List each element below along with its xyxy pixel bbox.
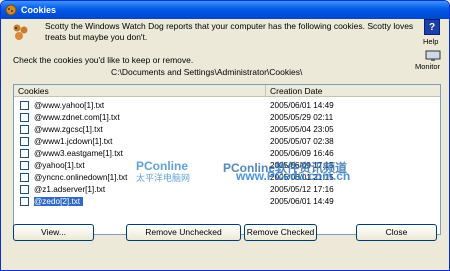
- list-item[interactable]: @z1.adserver[1].txt 2005/05/12 17:16: [14, 184, 440, 196]
- row-checkbox[interactable]: [20, 148, 29, 158]
- list-item-selected[interactable]: @zedo[2].txt 2005/06/01 14:49: [14, 196, 440, 208]
- view-button[interactable]: View...: [13, 224, 94, 241]
- cookie-name: @www.yahoo[1].txt: [34, 100, 105, 110]
- watchdog-icon: [13, 24, 28, 40]
- row-checkbox[interactable]: [20, 136, 29, 146]
- remove-unchecked-button[interactable]: Remove Unchecked: [126, 224, 241, 241]
- cookie-name: @www1.jcdown[1].txt: [34, 136, 113, 146]
- list-item[interactable]: @www.yahoo[1].txt 2005/06/01 14:49: [14, 99, 440, 111]
- row-checkbox[interactable]: [20, 185, 29, 195]
- monitor-label[interactable]: Monitor: [415, 62, 440, 71]
- column-header-creation-date[interactable]: Creation Date: [266, 85, 440, 96]
- row-checkbox[interactable]: [20, 197, 29, 207]
- list-item[interactable]: @www3.eastgame[1].txt 2005/06/09 16:46: [14, 147, 440, 159]
- monitor-icon[interactable]: [425, 50, 441, 62]
- watermark-site: www.PCedu.com.cn: [236, 169, 351, 183]
- title-bar[interactable]: Cookies: [1, 1, 449, 19]
- row-checkbox[interactable]: [20, 100, 29, 110]
- instruction-label: Check the cookies you'd like to keep or …: [13, 55, 194, 65]
- column-header-cookies[interactable]: Cookies: [14, 85, 266, 97]
- intro-text: Scotty the Windows Watch Dog reports tha…: [45, 21, 414, 42]
- list-header: Cookies Creation Date: [14, 85, 440, 97]
- dialog-body: Scotty the Windows Watch Dog reports tha…: [1, 19, 449, 270]
- cookie-name: @zedo[2].txt: [34, 197, 84, 207]
- list-rows: @www.yahoo[1].txt 2005/06/01 14:49 @www.…: [14, 99, 440, 208]
- cookie-date: 2005/05/04 23:05: [270, 124, 334, 134]
- cookie-date: 2005/05/29 02:11: [270, 112, 334, 122]
- list-item[interactable]: @www.zdnet.com[1].txt 2005/05/29 02:11: [14, 111, 440, 123]
- cookie-date: 2005/06/09 16:46: [270, 148, 334, 158]
- close-button[interactable]: Close: [356, 224, 437, 241]
- remove-checked-button[interactable]: Remove Checked: [244, 224, 317, 241]
- cookie-name: @z1.adserver[1].txt: [34, 185, 106, 195]
- cookie-name: @www.zgcsc[1].txt: [34, 124, 103, 134]
- row-checkbox[interactable]: [20, 173, 29, 183]
- row-checkbox[interactable]: [20, 161, 29, 171]
- help-icon[interactable]: ?: [424, 19, 440, 35]
- watermark-brand-cn: 太平洋电脑网: [136, 173, 191, 183]
- list-item[interactable]: @www1.jcdown[1].txt 2005/05/07 02:38: [14, 135, 440, 147]
- cookie-date: 2005/06/01 14:49: [270, 100, 334, 110]
- cookies-window: Cookies Scotty the Windows Watch Dog rep…: [0, 0, 450, 271]
- cookie-date: 2005/06/01 14:49: [270, 197, 334, 207]
- cookie-name: @www.zdnet.com[1].txt: [34, 112, 120, 122]
- row-checkbox[interactable]: [20, 112, 29, 122]
- cookie-date: 2005/05/12 17:16: [270, 185, 334, 195]
- window-title: Cookies: [21, 5, 57, 15]
- cookie-name: @www3.eastgame[1].txt: [34, 148, 123, 158]
- row-checkbox[interactable]: [20, 124, 29, 134]
- cookie-icon: [5, 4, 17, 16]
- help-label[interactable]: Help: [423, 37, 438, 46]
- cookie-date: 2005/05/07 02:38: [270, 136, 334, 146]
- list-item[interactable]: @www.zgcsc[1].txt 2005/05/04 23:05: [14, 123, 440, 135]
- cookies-path: C:\Documents and Settings\Administrator\…: [111, 67, 303, 77]
